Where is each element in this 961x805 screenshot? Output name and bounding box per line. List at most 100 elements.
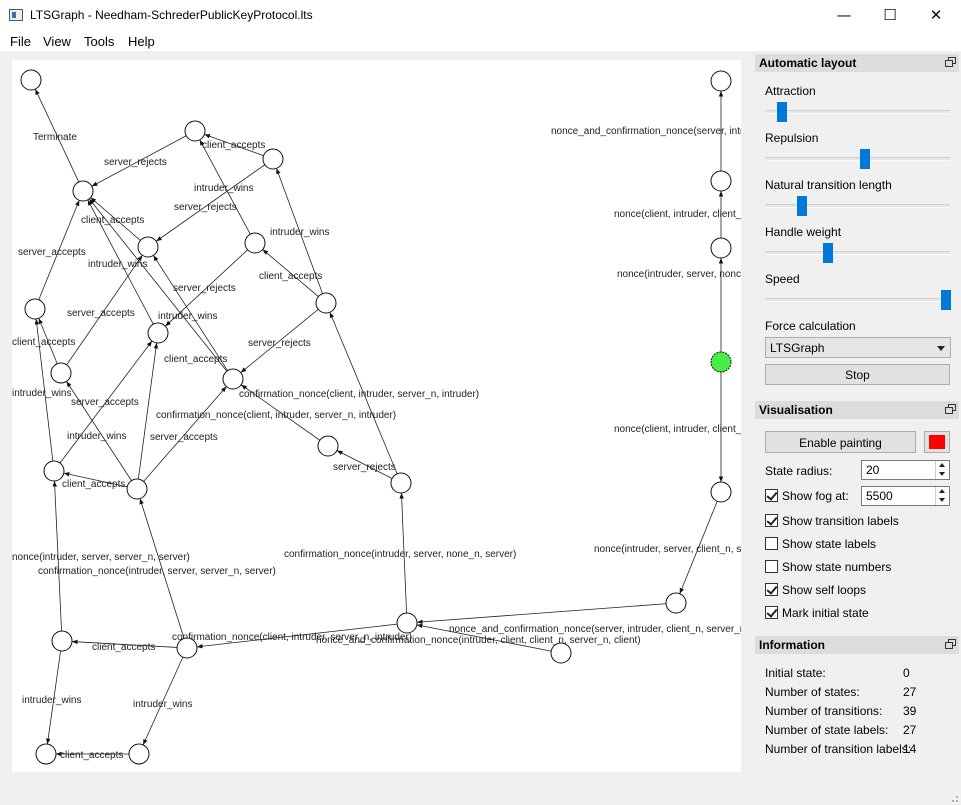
transition-label[interactable]: client_accepts xyxy=(12,337,75,348)
enable-painting-button[interactable]: Enable painting xyxy=(765,431,916,453)
transition-label[interactable]: server_rejects xyxy=(333,462,396,473)
float-icon[interactable] xyxy=(945,639,956,649)
transition-label[interactable]: intruder_wins xyxy=(22,695,81,706)
transition-label[interactable]: nonce_and_confirmation_nonce(server, int… xyxy=(551,126,741,137)
transition-label[interactable]: intruder_wins xyxy=(133,699,192,710)
maximize-button[interactable]: ☐ xyxy=(867,0,913,31)
state-node[interactable] xyxy=(315,292,337,314)
transition-label[interactable]: server_accepts xyxy=(67,308,135,319)
transition-label[interactable]: client_accepts xyxy=(81,215,144,226)
slider-track[interactable] xyxy=(765,102,950,122)
slider-thumb[interactable] xyxy=(941,290,952,310)
transition-label[interactable]: nonce(client, intruder, client_n) xyxy=(614,424,741,435)
slider-thumb[interactable] xyxy=(822,243,833,263)
transition-label[interactable]: intruder_wins xyxy=(158,311,217,322)
spin-up-icon[interactable] xyxy=(935,461,949,470)
transition-label[interactable]: nonce(client, intruder, client_n) xyxy=(614,209,741,220)
transition-label[interactable]: intruder_wins xyxy=(67,431,126,442)
slider-track[interactable] xyxy=(765,290,952,310)
state-node[interactable] xyxy=(24,298,46,320)
state-node[interactable] xyxy=(396,612,418,634)
minimize-button[interactable]: — xyxy=(821,0,867,31)
transition-label[interactable]: client_accepts xyxy=(164,354,227,365)
state-node[interactable] xyxy=(176,637,198,659)
state-node[interactable] xyxy=(317,435,339,457)
transition-edge[interactable] xyxy=(416,603,667,625)
state-radius-spinbox[interactable]: 20 xyxy=(861,460,950,480)
transition-label[interactable]: nonce(intruder, server, client_n, server… xyxy=(594,544,741,555)
close-button[interactable]: ✕ xyxy=(913,0,959,31)
transition-label[interactable]: nonce_and_confirmation_nonce(intruder, c… xyxy=(316,635,641,646)
state-node[interactable] xyxy=(128,743,150,765)
transition-edge[interactable] xyxy=(137,342,159,480)
transition-label[interactable]: Terminate xyxy=(33,132,77,143)
state-node[interactable] xyxy=(72,180,94,202)
resize-grip-icon[interactable] xyxy=(949,793,959,803)
spin-up-icon[interactable] xyxy=(935,487,949,496)
state-node[interactable] xyxy=(710,170,732,192)
menu-view[interactable]: View xyxy=(43,34,71,49)
state-node[interactable] xyxy=(126,478,148,500)
slider-thumb[interactable] xyxy=(797,196,807,216)
spin-down-icon[interactable] xyxy=(935,470,949,479)
slider-track[interactable] xyxy=(765,149,950,169)
transition-label[interactable]: server_accepts xyxy=(71,397,139,408)
state-node[interactable] xyxy=(35,743,57,765)
menu-file[interactable]: File xyxy=(10,34,31,49)
fog-distance-spinbox[interactable]: 5500 xyxy=(861,486,950,506)
transition-label[interactable]: server_accepts xyxy=(150,432,218,443)
state-node[interactable] xyxy=(710,481,732,503)
visualisation-checkbox[interactable] xyxy=(765,514,778,527)
graph-canvas[interactable]: Terminate server_rejects client_accepts int… xyxy=(12,60,741,772)
transition-label[interactable]: confirmation_nonce(intruder, server, ser… xyxy=(38,566,276,577)
state-node[interactable] xyxy=(137,236,159,258)
state-node[interactable] xyxy=(710,70,732,92)
transition-label[interactable]: server_rejects xyxy=(174,202,237,213)
menu-tools[interactable]: Tools xyxy=(84,34,114,49)
menu-help[interactable]: Help xyxy=(128,34,155,49)
float-icon[interactable] xyxy=(945,404,956,414)
state-node[interactable] xyxy=(147,322,169,344)
visualisation-checkbox[interactable] xyxy=(765,583,778,596)
transition-label[interactable]: intruder_wins xyxy=(88,259,147,270)
transition-label[interactable]: client_accepts xyxy=(202,140,265,151)
state-node[interactable] xyxy=(262,148,284,170)
show-fog-checkbox[interactable] xyxy=(765,489,778,502)
state-node[interactable] xyxy=(710,237,732,259)
transition-label[interactable]: confirmation_nonce(client, intruder, ser… xyxy=(239,389,479,400)
transition-label[interactable]: server_rejects xyxy=(173,283,236,294)
slider-thumb[interactable] xyxy=(776,102,787,122)
transition-label[interactable]: confirmation_nonce(client, intruder, ser… xyxy=(156,410,396,421)
state-node[interactable] xyxy=(550,642,572,664)
transition-label[interactable]: nonce(intruder, server, nonce_n) xyxy=(617,269,741,280)
transition-label[interactable]: intruder_wins xyxy=(194,183,253,194)
slider-track[interactable] xyxy=(765,243,950,263)
float-icon[interactable] xyxy=(945,57,956,67)
transition-label[interactable]: server_rejects xyxy=(248,338,311,349)
transition-label[interactable]: client_accepts xyxy=(62,479,125,490)
state-node[interactable] xyxy=(665,592,687,614)
transition-label[interactable]: nonce(intruder, server, server_n, server… xyxy=(12,552,190,563)
state-node[interactable] xyxy=(50,362,72,384)
slider-track[interactable] xyxy=(765,196,950,216)
transition-label[interactable]: server_accepts xyxy=(18,247,86,258)
initial-state-node[interactable] xyxy=(710,351,732,373)
graph-svg[interactable]: Terminateserver_rejectsclient_acceptsint… xyxy=(12,60,741,772)
paint-color-button[interactable] xyxy=(924,431,950,453)
stop-button[interactable]: Stop xyxy=(765,364,950,385)
slider-thumb[interactable] xyxy=(859,149,870,169)
transition-label[interactable]: confirmation_nonce(intruder, server, non… xyxy=(284,549,516,560)
transition-label[interactable]: intruder_wins xyxy=(12,388,71,399)
state-node[interactable] xyxy=(51,630,73,652)
state-node[interactable] xyxy=(222,368,244,390)
visualisation-checkbox[interactable] xyxy=(765,606,778,619)
state-node[interactable] xyxy=(20,69,42,91)
state-node[interactable] xyxy=(244,232,266,254)
force-calculation-select[interactable]: LTSGraph xyxy=(765,337,951,358)
transition-label[interactable]: intruder_wins xyxy=(270,227,329,238)
state-node[interactable] xyxy=(184,120,206,142)
transition-label[interactable]: nonce_and_confirmation_nonce(server, int… xyxy=(449,624,741,635)
visualisation-checkbox[interactable] xyxy=(765,560,778,573)
transition-label[interactable]: client_accepts xyxy=(259,271,322,282)
visualisation-checkbox[interactable] xyxy=(765,537,778,550)
